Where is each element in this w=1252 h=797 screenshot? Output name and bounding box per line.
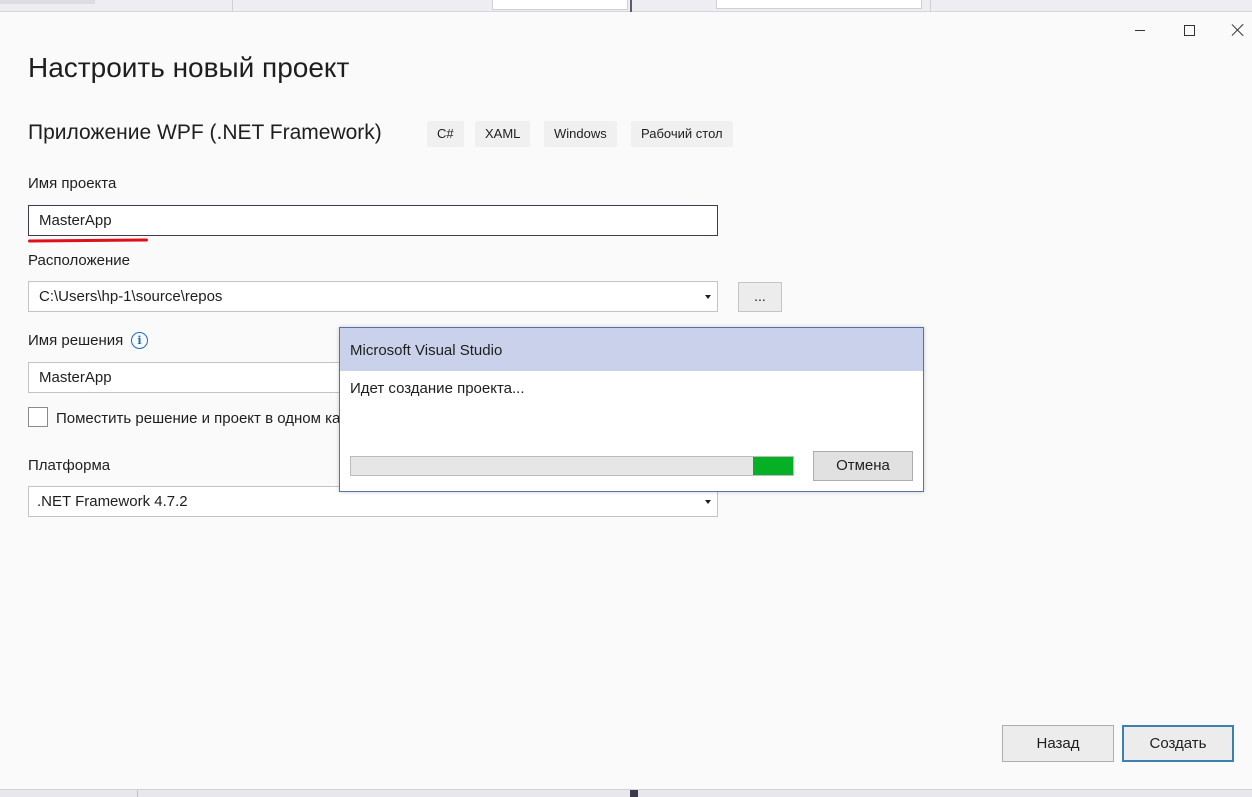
tag-project-type: Рабочий стол [631, 121, 733, 147]
solution-name-label: Имя решения [28, 332, 124, 349]
taskbar-fragment [630, 790, 638, 797]
tag-platform: Windows [544, 121, 617, 147]
same-folder-checkbox[interactable] [28, 407, 48, 427]
maximize-icon [1183, 24, 1195, 36]
project-name-label: Имя проекта [28, 175, 117, 192]
maximize-button[interactable] [1166, 16, 1212, 44]
location-combobox[interactable]: C:\Users\hp-1\source\repos [28, 281, 718, 312]
close-icon [1231, 23, 1245, 37]
tag-language: C# [427, 121, 464, 147]
background-ide-toolbar [0, 0, 1252, 12]
progress-dialog: Microsoft Visual Studio Идет создание пр… [339, 327, 924, 492]
toolbar-fragment [0, 0, 95, 4]
cancel-button[interactable]: Отмена [813, 451, 913, 481]
platform-value: .NET Framework 4.7.2 [37, 493, 188, 510]
toolbar-divider [630, 0, 632, 12]
toolbar-fragment [492, 0, 628, 10]
dialog-title: Microsoft Visual Studio [340, 328, 923, 371]
dialog-message: Идет создание проекта... [350, 380, 525, 397]
location-label: Расположение [28, 252, 130, 269]
back-button[interactable]: Назад [1002, 725, 1114, 762]
progress-bar [350, 456, 794, 476]
close-button[interactable] [1215, 16, 1252, 44]
red-annotation-underline [27, 238, 149, 243]
location-value: C:\Users\hp-1\source\repos [39, 288, 223, 305]
create-button[interactable]: Создать [1122, 725, 1234, 762]
background-taskbar-fragment [0, 789, 1252, 797]
branch-selector-fragment [716, 0, 922, 9]
progress-fill [753, 457, 793, 475]
template-name: Приложение WPF (.NET Framework) [28, 121, 382, 144]
minimize-button[interactable] [1117, 16, 1163, 44]
page-title: Настроить новый проект [28, 52, 350, 83]
info-icon[interactable]: i [131, 332, 148, 349]
minimize-icon [1135, 29, 1145, 31]
chevron-down-icon [705, 500, 711, 504]
toolbar-divider [930, 0, 931, 12]
project-name-input[interactable]: MasterApp [28, 205, 718, 236]
tag-xaml: XAML [475, 121, 531, 147]
platform-label: Платформа [28, 457, 111, 474]
same-folder-label: Поместить решение и проект в одном ка [56, 410, 341, 427]
taskbar-divider [137, 790, 138, 797]
browse-button[interactable]: ... [738, 282, 782, 312]
toolbar-divider [232, 0, 233, 12]
chevron-down-icon [705, 295, 711, 299]
